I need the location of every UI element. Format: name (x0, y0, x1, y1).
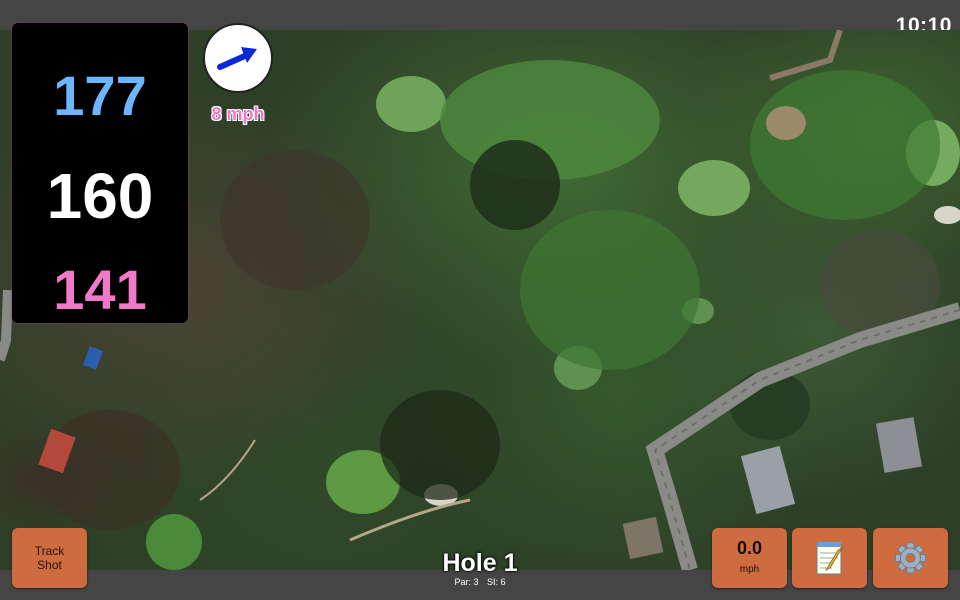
gear-icon (895, 542, 926, 574)
wind-arrow-icon (217, 47, 257, 70)
speed-unit: mph (739, 564, 760, 575)
distance-panel: 177 160 141 (12, 23, 188, 323)
notepad-icon (816, 542, 844, 575)
back-distance: 177 (53, 64, 147, 127)
hole-par: Par: 3 (454, 577, 479, 587)
hole-info: Par: 3 SI: 6 (380, 577, 580, 587)
hole-title: Hole 1 (442, 549, 518, 577)
track-shot-button[interactable]: Track Shot (12, 528, 87, 588)
hole-stroke-index: SI: 6 (487, 577, 506, 587)
middle-distance: 160 (46, 160, 154, 232)
speed-value: 0.0 (736, 538, 763, 558)
front-distance: 141 (53, 258, 147, 321)
speed-button[interactable]: 0.0 mph (712, 528, 787, 588)
wind-direction-indicator (203, 23, 273, 93)
track-shot-label-line2: Shot (37, 558, 62, 572)
wind-speed: 8 mph (211, 104, 265, 124)
notes-button[interactable] (792, 528, 867, 588)
track-shot-label-line1: Track (34, 544, 65, 558)
settings-button[interactable] (873, 528, 948, 588)
